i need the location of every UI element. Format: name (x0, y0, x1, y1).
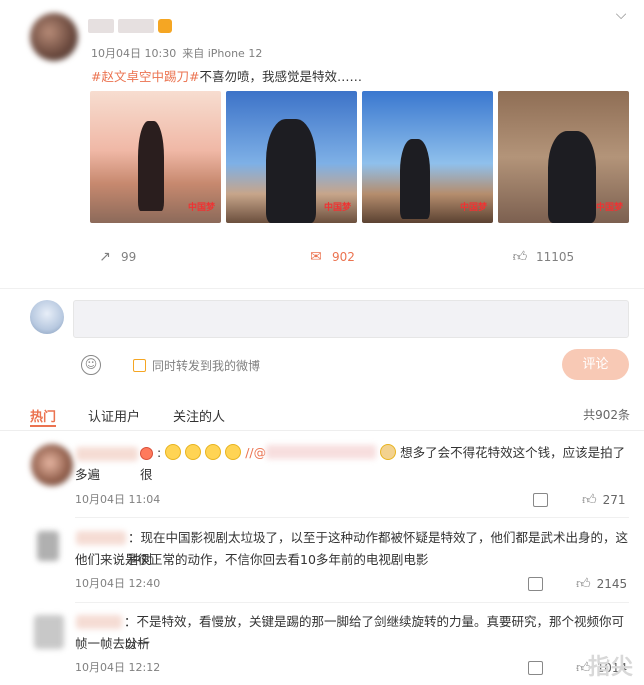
comment-count: 902 (332, 250, 355, 264)
repost-action[interactable]: ↗ 99 (97, 249, 136, 265)
site-watermark: 指尖 (587, 655, 634, 680)
like-count: 11105 (536, 250, 575, 264)
post-author-name[interactable] (88, 16, 180, 36)
mention-name[interactable] (266, 445, 377, 459)
repost-checkbox[interactable] (133, 359, 146, 372)
emoji-icon (225, 444, 242, 460)
reply-icon[interactable] (528, 577, 543, 591)
comment-text-line2: 多遍 (75, 467, 101, 482)
commenter-avatar[interactable] (37, 531, 59, 561)
commenter-name[interactable] (76, 615, 122, 629)
tab-hot[interactable]: 热门 (30, 406, 56, 425)
figure-silhouette (400, 139, 430, 219)
divider (75, 517, 629, 518)
figure-silhouette (138, 121, 164, 211)
comment-like[interactable]: 👍︎ 2145 (576, 575, 627, 592)
divider (75, 602, 629, 603)
comment-time: 10月04日 12:40 (75, 577, 161, 590)
comment-text-line2: 帧一帧去分析 (75, 636, 151, 651)
commenter-name[interactable] (76, 531, 126, 545)
repost-checkbox-label[interactable]: 同时转发到我的微博 (152, 357, 260, 374)
thumbs-up-icon: 👍︎ (512, 249, 528, 265)
doge-emoji-icon (380, 444, 397, 460)
comment-like-count: 2145 (596, 576, 628, 591)
comment-time: 10月04日 12:12 (75, 661, 161, 674)
comment-text: ：不是特效，看慢放，关键是踢的那一脚给了剑继续旋转的力量。真要研究，那个视频你可… (124, 614, 625, 651)
active-tab-indicator (30, 425, 56, 427)
post-image-3[interactable]: 中国梦 (362, 91, 493, 223)
thumbs-up-icon: 👍︎ (582, 492, 597, 508)
badge-icon (140, 447, 153, 460)
emoji-icon (165, 444, 182, 460)
image-watermark: 中国梦 (187, 203, 215, 213)
commenter-avatar[interactable] (31, 444, 73, 486)
name-blur-block (88, 19, 114, 33)
name-blur-block (118, 19, 154, 33)
post-image-2[interactable]: 中国梦 (226, 91, 357, 223)
post-source: 来自 iPhone 12 (182, 47, 263, 60)
comment-like-count: 271 (602, 492, 626, 507)
comment-input[interactable] (73, 300, 629, 338)
image-watermark: 中国梦 (459, 203, 487, 213)
repost-count: 99 (121, 250, 137, 264)
post-time[interactable]: 10月04日 10:30 (91, 47, 176, 60)
reply-icon[interactable] (528, 661, 543, 675)
thumbs-up-icon: 👍︎ (576, 576, 591, 592)
hashtag-link[interactable]: #赵文卓空中踢刀# (91, 69, 199, 84)
chevron-down-icon[interactable]: ⌵ (612, 6, 630, 24)
comment-like[interactable]: 👍︎ 271 (582, 491, 626, 508)
like-action[interactable]: 👍︎ 11105 (512, 249, 575, 265)
total-comment-count: 共902条 (583, 408, 630, 422)
figure-silhouette (266, 119, 316, 223)
comment-action[interactable]: ✉ 902 (308, 249, 355, 265)
repost-icon: ↗ (99, 249, 111, 265)
submit-comment-button[interactable]: 评论 (562, 349, 629, 380)
commenter-avatar[interactable] (34, 615, 64, 649)
image-watermark: 中国梦 (323, 203, 351, 213)
comment-icon: ✉ (310, 249, 322, 265)
emoji-icon (205, 444, 222, 460)
emoji-icon[interactable]: ☺ (81, 355, 101, 375)
post-meta: 10月04日 10:30 来自 iPhone 12 (91, 45, 262, 61)
post-text: #赵文卓空中踢刀#不喜勿喷，我感觉是特效…… (91, 66, 362, 85)
member-badge-icon (158, 19, 172, 33)
post-image-4[interactable]: 中国梦 (498, 91, 629, 223)
post-image-1[interactable]: 中国梦 (90, 91, 221, 223)
mention-prefix: //@ (245, 445, 267, 460)
comment-text: : //@ 想多了会不得花特效这个钱，应该是拍了很 (140, 442, 630, 486)
figure-silhouette (548, 131, 596, 223)
post-body-text: 不喜勿喷，我感觉是特效…… (199, 69, 362, 84)
divider (0, 288, 644, 289)
comment-time: 10月04日 11:04 (75, 493, 161, 506)
reply-icon[interactable] (533, 493, 548, 507)
divider (0, 430, 644, 431)
emoji-icon (185, 444, 202, 460)
commenter-name[interactable] (76, 447, 138, 461)
post-author-avatar[interactable] (30, 13, 78, 61)
comment-text-line2: 他们来说是很正常的动作，不信你回去看10多年前的电视剧电影 (75, 552, 429, 567)
my-avatar[interactable] (30, 300, 64, 334)
tab-verified-users[interactable]: 认证用户 (88, 406, 140, 425)
tab-following[interactable]: 关注的人 (173, 406, 225, 425)
comment-colon: : (157, 445, 162, 460)
image-watermark: 中国梦 (595, 203, 623, 213)
